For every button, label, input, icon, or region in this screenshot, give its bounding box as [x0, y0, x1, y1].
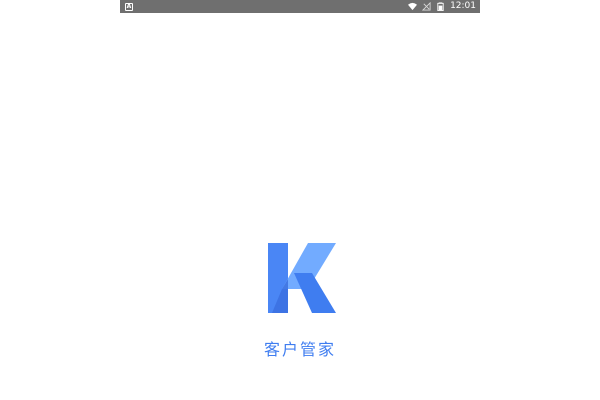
- no-signal-icon: [422, 2, 431, 11]
- app-name: 客户管家: [263, 340, 336, 359]
- status-time: 12:01: [450, 1, 476, 11]
- wifi-icon: [408, 2, 418, 11]
- status-bar: A 12:01: [120, 0, 480, 13]
- splash-screen: A 12:01 客户管家: [0, 0, 600, 400]
- a-notification-icon: A: [125, 2, 133, 11]
- status-bar-left: A: [125, 2, 133, 11]
- k-logo-icon: [268, 243, 336, 313]
- status-bar-right: 12:01: [408, 0, 476, 13]
- battery-icon: [437, 2, 444, 11]
